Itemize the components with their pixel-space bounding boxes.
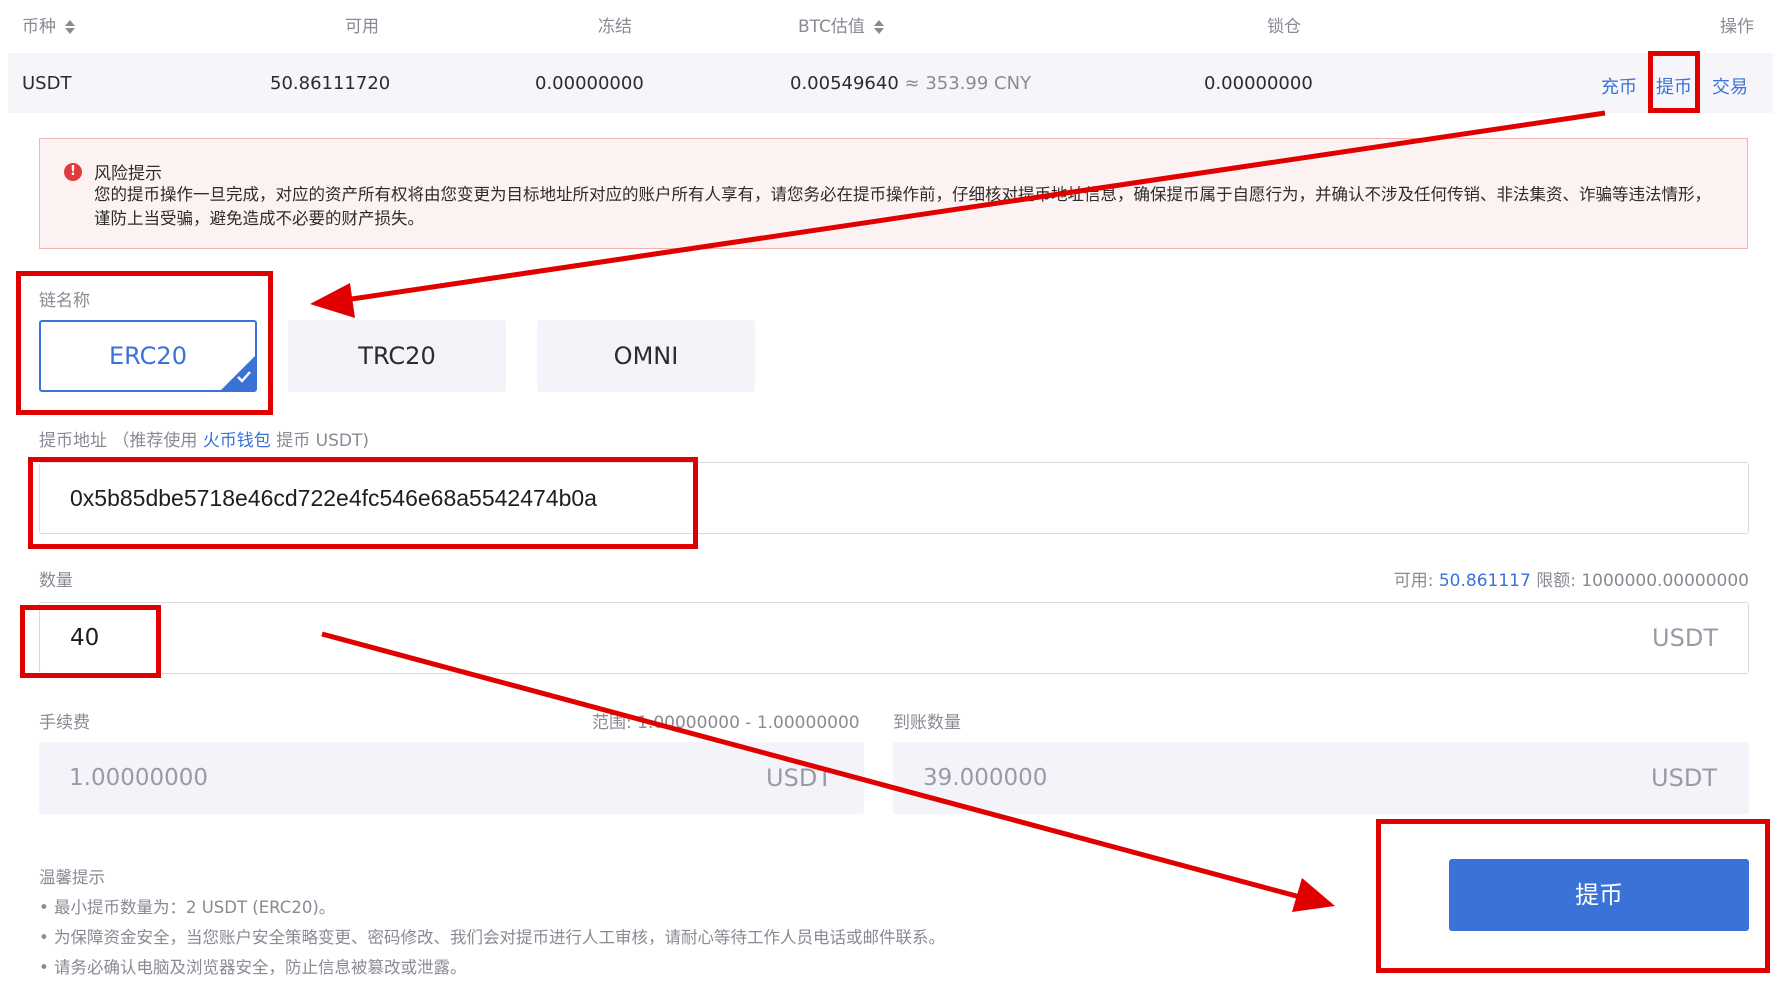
available-label: 可用: — [1393, 571, 1434, 591]
fee-range: 范围: 1.00000000 - 1.00000000 — [592, 708, 860, 733]
header-locked: 锁仓 — [1267, 17, 1301, 37]
address-input[interactable]: 0x5b85dbe5718e46cd722e4fc546e68a5542474b… — [39, 462, 1749, 534]
chain-option-trc20[interactable]: TRC20 — [288, 320, 506, 392]
arrow-head — [1292, 878, 1335, 912]
tips-title: 温馨提示 — [39, 868, 105, 887]
trade-link[interactable]: 交易 — [1712, 73, 1748, 99]
amount-label: 数量 — [39, 571, 73, 591]
check-icon — [236, 369, 252, 385]
deposit-link[interactable]: 充币 — [1601, 73, 1637, 99]
tip-item: • 最小提币数量为：2 USDT (ERC20)。 — [39, 898, 336, 917]
header-available: 可用 — [345, 17, 379, 37]
row-btc-amount: 0.00549640 — [790, 73, 899, 94]
wallet-link[interactable]: 火币钱包 — [203, 431, 271, 451]
fee-label: 手续费 — [39, 713, 90, 733]
received-value: 39.000000 — [923, 765, 1048, 791]
address-label: 提币地址 — [39, 431, 107, 451]
tip-item: • 请务必确认电脑及浏览器安全，防止信息被篡改或泄露。 — [39, 958, 467, 977]
address-hint-prefix: （推荐使用 — [112, 431, 198, 451]
header-currency-label: 币种 — [22, 17, 56, 37]
address-value: 0x5b85dbe5718e46cd722e4fc546e68a5542474b… — [70, 485, 597, 511]
chain-option-erc20[interactable]: ERC20 — [39, 320, 257, 392]
fee-field: 1.00000000 USDT — [39, 742, 864, 814]
address-hint-suffix: 提币 USDT) — [276, 431, 369, 451]
received-label: 到账数量 — [893, 713, 961, 733]
risk-title: 风险提示 — [94, 164, 162, 184]
amount-unit: USDT — [1652, 624, 1718, 652]
sort-icon[interactable] — [64, 19, 76, 35]
header-frozen: 冻结 — [598, 17, 632, 37]
header-btc-value-label: BTC估值 — [798, 17, 865, 37]
chain-label: 链名称 — [39, 291, 90, 311]
amount-value: 40 — [70, 625, 100, 651]
available-value[interactable]: 50.861117 — [1439, 571, 1531, 591]
header-actions: 操作 — [1720, 17, 1754, 37]
row-available: 50.86111720 — [270, 73, 391, 94]
limit-label: 限额: — [1536, 571, 1576, 591]
amount-limits: 可用: 50.861117 限额: 1000000.00000000 — [1394, 566, 1749, 591]
received-unit: USDT — [1651, 764, 1717, 792]
chain-option-omni[interactable]: OMNI — [537, 320, 755, 392]
header-currency[interactable]: 币种 — [22, 12, 76, 37]
chain-option-label: ERC20 — [109, 342, 187, 370]
tip-item: • 为保障资金安全，当您账户安全策略变更、密码修改、我们会对提币进行人工审核，请… — [39, 928, 945, 947]
received-field: 39.000000 USDT — [893, 742, 1749, 814]
fee-unit: USDT — [766, 764, 832, 792]
limit-value: 1000000.00000000 — [1581, 571, 1749, 591]
risk-body: 您的提币操作一旦完成，对应的资产所有权将由您变更为目标地址所对应的账户所有人享有… — [94, 185, 1711, 228]
withdraw-submit-button[interactable]: 提币 — [1449, 859, 1749, 931]
row-locked: 0.00000000 — [1204, 73, 1313, 94]
row-currency: USDT — [22, 73, 72, 94]
fee-value: 1.00000000 — [69, 765, 209, 791]
header-btc-value[interactable]: BTC估值 — [798, 12, 885, 37]
row-btc-value: 0.00549640 ≈ 353.99 CNY — [790, 73, 1031, 94]
row-cny-value: ≈ 353.99 CNY — [904, 73, 1032, 94]
amount-input[interactable]: 40 USDT — [39, 602, 1749, 674]
address-label-row: 提币地址 （推荐使用 火币钱包 提币 USDT) — [39, 426, 369, 451]
fee-range-label: 范围: — [592, 713, 632, 733]
risk-warning: ! 风险提示 您的提币操作一旦完成，对应的资产所有权将由您变更为目标地址所对应的… — [39, 138, 1748, 249]
withdraw-link[interactable]: 提币 — [1656, 73, 1692, 99]
arrow-head — [310, 283, 355, 318]
row-frozen: 0.00000000 — [535, 73, 644, 94]
sort-icon[interactable] — [873, 19, 885, 35]
alert-icon: ! — [64, 163, 82, 181]
fee-range-value: 1.00000000 - 1.00000000 — [637, 713, 860, 733]
